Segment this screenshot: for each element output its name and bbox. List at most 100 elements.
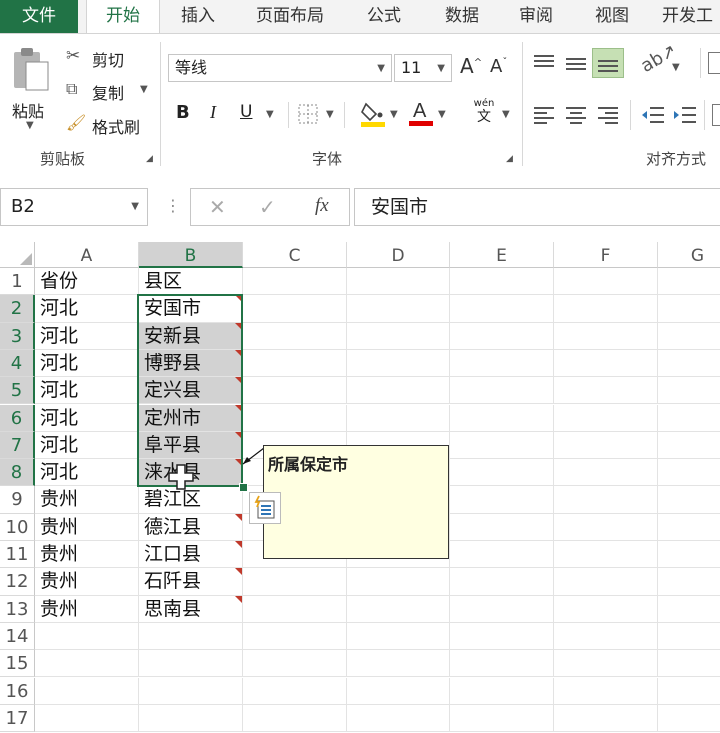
cell-empty[interactable] xyxy=(554,322,658,350)
cell-empty[interactable] xyxy=(450,431,554,460)
cell-empty[interactable] xyxy=(658,459,720,487)
merge-center-icon[interactable] xyxy=(712,104,720,126)
cell-empty[interactable] xyxy=(450,459,554,487)
cell-province[interactable] xyxy=(35,704,139,733)
cell-empty[interactable] xyxy=(658,514,720,541)
fill-color-dropdown-icon[interactable]: ▼ xyxy=(390,109,398,120)
column-header-d[interactable]: D xyxy=(347,242,450,268)
font-size-combo[interactable]: 11 ▼ xyxy=(394,54,452,82)
cell-empty[interactable] xyxy=(347,349,450,378)
cell-empty[interactable] xyxy=(450,541,554,569)
cell-empty[interactable] xyxy=(658,295,720,323)
cell-empty[interactable] xyxy=(658,486,720,514)
chevron-down-icon[interactable]: ▼ xyxy=(437,56,445,82)
cell-county[interactable]: 德江县 xyxy=(139,513,243,541)
italic-button[interactable]: I xyxy=(210,102,216,123)
border-dropdown-icon[interactable]: ▼ xyxy=(326,109,334,120)
underline-button[interactable]: U xyxy=(240,102,252,122)
cell-province[interactable]: 河北 xyxy=(35,295,139,323)
cell-county[interactable]: 安国市 xyxy=(139,295,243,323)
cell-empty[interactable] xyxy=(243,650,347,678)
cell-province[interactable] xyxy=(35,677,139,705)
cell-empty[interactable] xyxy=(658,623,720,651)
cell-empty[interactable] xyxy=(243,322,347,350)
cell-empty[interactable] xyxy=(347,650,450,678)
tab-review[interactable]: 审阅 xyxy=(508,0,564,33)
row-header[interactable]: 7 xyxy=(0,431,35,460)
cell-empty[interactable] xyxy=(554,377,658,405)
phonetic-dropdown-icon[interactable]: ▼ xyxy=(502,109,510,120)
cell-province[interactable]: 河北 xyxy=(35,404,139,432)
row-header[interactable]: 2 xyxy=(0,295,35,323)
cell-empty[interactable] xyxy=(450,349,554,378)
cell-county[interactable]: 石阡县 xyxy=(139,568,243,596)
cell-empty[interactable] xyxy=(450,295,554,323)
increase-indent-button[interactable] xyxy=(672,104,698,130)
cell-empty[interactable] xyxy=(243,622,347,651)
align-right-button[interactable] xyxy=(596,104,620,130)
row-header[interactable]: 8 xyxy=(0,459,35,487)
clipboard-launcher-icon[interactable]: ◢ xyxy=(146,154,153,164)
row-header[interactable]: 17 xyxy=(0,704,35,733)
row-header[interactable]: 3 xyxy=(0,322,35,350)
cell-empty[interactable] xyxy=(347,677,450,705)
row-header[interactable]: 12 xyxy=(0,568,35,596)
cell-county[interactable]: 阜平县 xyxy=(139,431,243,460)
enter-check-icon[interactable]: ✓ xyxy=(259,195,276,219)
column-header-a[interactable]: A xyxy=(35,242,139,268)
cell-county[interactable] xyxy=(139,677,243,705)
copy-button[interactable]: ⧉ 复制 ▼ xyxy=(66,79,154,103)
tab-developer[interactable]: 开发工 xyxy=(662,0,720,33)
cell-empty[interactable] xyxy=(554,268,658,296)
cell-empty[interactable] xyxy=(554,459,658,487)
cell-empty[interactable] xyxy=(347,377,450,405)
font-color-button[interactable]: A xyxy=(408,98,434,132)
formula-input[interactable]: 安国市 xyxy=(354,188,720,226)
cell-empty[interactable] xyxy=(658,678,720,705)
cell-empty[interactable] xyxy=(243,568,347,596)
cell-empty[interactable] xyxy=(658,596,720,623)
cell-empty[interactable] xyxy=(658,405,720,432)
cell-empty[interactable] xyxy=(450,377,554,405)
cell-county[interactable] xyxy=(139,704,243,733)
cell-province[interactable]: 贵州 xyxy=(35,513,139,541)
cell-county[interactable]: 博野县 xyxy=(139,349,243,378)
fill-handle[interactable] xyxy=(239,483,248,492)
cell-empty[interactable] xyxy=(450,568,554,596)
column-header-c[interactable]: C xyxy=(243,242,347,268)
cell-empty[interactable] xyxy=(347,622,450,651)
cell-empty[interactable] xyxy=(554,431,658,460)
cell-empty[interactable] xyxy=(658,541,720,569)
decrease-indent-button[interactable] xyxy=(640,104,666,130)
cell-empty[interactable] xyxy=(450,486,554,514)
cell-empty[interactable] xyxy=(450,595,554,623)
cell-empty[interactable] xyxy=(554,486,658,514)
tab-view[interactable]: 视图 xyxy=(584,0,640,33)
cell-county[interactable]: 碧江区 xyxy=(139,486,243,514)
comment-box[interactable]: 所属保定市 xyxy=(263,445,449,559)
cell-province[interactable]: 河北 xyxy=(35,349,139,378)
cell-empty[interactable] xyxy=(450,322,554,350)
insert-function-icon[interactable]: fx xyxy=(315,195,329,217)
name-box[interactable]: B2 ▼ xyxy=(0,188,148,226)
cell-province[interactable]: 贵州 xyxy=(35,595,139,623)
tab-file[interactable]: 文件 xyxy=(0,0,78,33)
tab-home[interactable]: 开始 xyxy=(86,0,160,34)
cell-empty[interactable] xyxy=(554,677,658,705)
row-header[interactable]: 15 xyxy=(0,650,35,678)
cell-empty[interactable] xyxy=(554,513,658,541)
cell-empty[interactable] xyxy=(554,622,658,651)
cell-county[interactable] xyxy=(139,650,243,678)
cell-empty[interactable] xyxy=(243,377,347,405)
cell-empty[interactable] xyxy=(243,404,347,432)
row-header[interactable]: 16 xyxy=(0,677,35,705)
cell-empty[interactable] xyxy=(243,349,347,378)
select-all-corner[interactable] xyxy=(0,242,35,268)
copy-dropdown-icon[interactable]: ▼ xyxy=(140,84,148,95)
row-header[interactable]: 9 xyxy=(0,486,35,514)
column-header-g[interactable]: G xyxy=(658,242,720,268)
decrease-font-size-icon[interactable]: Aˇ xyxy=(490,56,507,77)
tab-formulas[interactable]: 公式 xyxy=(356,0,412,33)
align-bottom-button[interactable] xyxy=(592,48,624,78)
cell-empty[interactable] xyxy=(243,677,347,705)
